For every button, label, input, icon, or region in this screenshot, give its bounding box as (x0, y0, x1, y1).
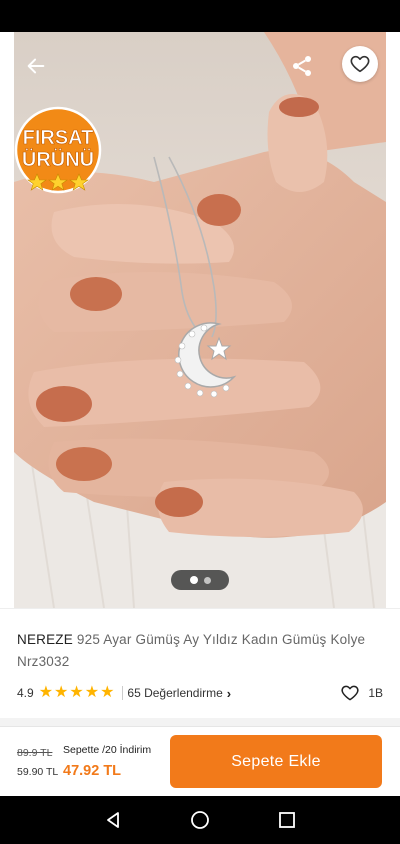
star-icon: ★ (100, 684, 115, 701)
share-button[interactable] (284, 48, 320, 84)
nav-recent-button[interactable] (267, 800, 307, 840)
list-price: 59.90 TL (17, 766, 59, 778)
rating-row: 4.9 ★ ★ ★ ★ ★ 65 Değerlendirme › 1B (17, 683, 383, 703)
gallery-dot-1[interactable] (189, 576, 198, 584)
triangle-back-icon (107, 812, 120, 828)
brand-name[interactable]: NEREZE (17, 632, 73, 647)
firsat-urunu-badge: FIRSAT ÜRÜNÜ (10, 106, 106, 198)
chevron-right-icon[interactable]: › (227, 686, 231, 701)
circle-home-icon (191, 811, 209, 829)
product-title: NEREZE 925 Ayar Gümüş Ay Yıldız Kadın Gü… (17, 629, 383, 673)
likes-counter[interactable]: 1B (340, 683, 383, 703)
add-to-cart-button[interactable]: Sepete Ekle (170, 735, 382, 788)
back-button[interactable] (18, 48, 54, 84)
promo-label: Sepette /20 İndirim (63, 744, 152, 756)
rating-score: 4.9 (17, 686, 34, 700)
likes-count: 1B (368, 686, 383, 700)
star-icon: ★ (84, 684, 100, 701)
heart-icon (350, 55, 370, 73)
star-icon: ★ (38, 684, 54, 701)
divider (122, 686, 124, 700)
rating-stars: ★ ★ ★ ★ ★ (39, 685, 115, 701)
heart-outline-icon[interactable] (340, 683, 360, 703)
old-price: 89.9 TL (17, 747, 53, 759)
badge-line-1: FIRSAT (23, 127, 94, 149)
star-icon: ★ (69, 684, 84, 701)
add-to-cart-bar: 89.9 TL 59.90 TL Sepette /20 İndirim 47.… (0, 726, 400, 796)
square-recent-icon (278, 812, 295, 828)
nav-back-button[interactable] (93, 800, 133, 840)
section-divider (0, 718, 400, 726)
gallery-dot-2[interactable] (203, 576, 211, 584)
product-gallery[interactable]: FIRSAT ÜRÜNÜ (0, 32, 400, 608)
promo-price: 47.92 TL (63, 763, 122, 779)
arrow-left-icon (27, 58, 45, 74)
status-bar (0, 0, 400, 32)
system-nav-bar (0, 796, 400, 844)
star-icon: ★ (54, 684, 69, 701)
gallery-pagination[interactable] (171, 570, 229, 590)
favorite-button[interactable] (342, 46, 378, 82)
share-icon (293, 56, 311, 76)
reviews-link[interactable]: 65 Değerlendirme (127, 686, 222, 700)
nav-home-button[interactable] (180, 800, 220, 840)
badge-line-2: ÜRÜNÜ (22, 148, 94, 171)
product-info: NEREZE 925 Ayar Gümüş Ay Yıldız Kadın Gü… (0, 608, 400, 718)
